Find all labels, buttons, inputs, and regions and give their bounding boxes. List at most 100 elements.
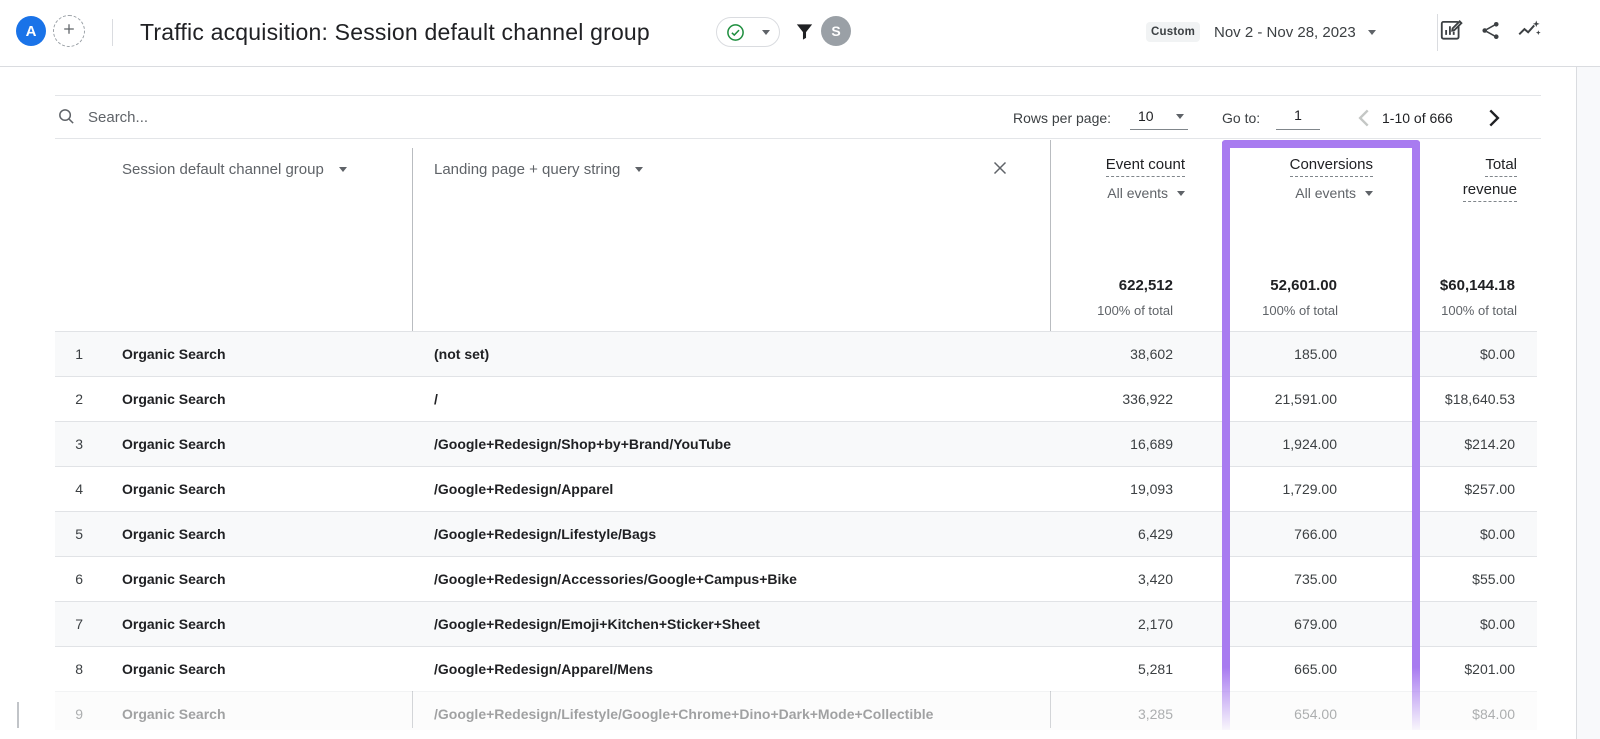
highlight-box-conversions (1222, 142, 1230, 739)
divider (55, 95, 1541, 96)
customize-report-icon[interactable] (1438, 17, 1464, 48)
total-revenue-total: $60,144.18 (1440, 277, 1515, 294)
chevron-down-icon (1176, 114, 1184, 119)
conversions-cell: 665.00 (1294, 647, 1337, 691)
pagination-range: 1-10 of 666 (1382, 110, 1453, 126)
report-status-dropdown[interactable] (716, 17, 780, 47)
share-icon[interactable] (1479, 19, 1502, 47)
divider (0, 66, 1600, 67)
event-count-cell: 19,093 (1130, 467, 1173, 511)
row-number: 7 (55, 602, 83, 646)
table-row: 7 Organic Search/Google+Redesign/Emoji+Ki… (55, 601, 1537, 646)
revenue-cell: $257.00 (1464, 467, 1515, 511)
account-avatar[interactable]: A (16, 16, 46, 46)
channel-cell: Organic Search (122, 647, 226, 691)
conversions-cell: 21,591.00 (1275, 377, 1337, 421)
event-count-cell: 38,602 (1130, 332, 1173, 376)
chevron-down-icon (635, 167, 643, 172)
event-count-total-pct: 100% of total (1097, 303, 1173, 318)
chevron-down-icon (1177, 191, 1185, 196)
highlight-box-conversions (1222, 140, 1420, 148)
row-number: 5 (55, 512, 83, 556)
table-row: 4 Organic Search/Google+Redesign/Apparel 1… (55, 466, 1537, 511)
event-count-header-label[interactable]: Event count (1106, 156, 1185, 177)
divider (55, 138, 1541, 139)
column-header-event-count[interactable]: Event count All events (1106, 156, 1185, 201)
table-row: 1Organic Search(not set)38,602185.00$0.0… (55, 331, 1537, 376)
table-row: 5Organic Search/Google+Redesign/Lifestyl… (55, 511, 1537, 556)
clip-overlay (0, 730, 1576, 739)
revenue-cell: $0.00 (1480, 512, 1515, 556)
remove-dimension-icon[interactable] (990, 158, 1012, 180)
channel-cell: Organic Search (122, 422, 226, 466)
channel-cell: Organic Search (122, 332, 226, 376)
rows-per-page-value: 10 (1138, 108, 1154, 124)
revenue-cell: $201.00 (1464, 647, 1515, 691)
event-count-scope-dropdown[interactable]: All events (1106, 185, 1185, 201)
revenue-cell: $18,640.53 (1445, 377, 1515, 421)
date-range-selector[interactable]: Nov 2 - Nov 28, 2023 (1214, 21, 1376, 43)
go-to-page-input[interactable]: 1 (1276, 103, 1320, 130)
conversions-total-pct: 100% of total (1262, 303, 1338, 318)
table-row: 3 Organic Search/Google+Redesign/Shop+by+… (55, 421, 1537, 466)
search-input[interactable]: Search... (88, 109, 148, 126)
total-revenue-header-line2[interactable]: revenue (1463, 181, 1517, 202)
conversions-cell: 766.00 (1294, 512, 1337, 556)
ga4-traffic-acquisition-report: A Traffic acquisition: Session default c… (0, 0, 1600, 739)
column-header-total-revenue[interactable]: Total revenue (1463, 156, 1517, 206)
divider (112, 19, 113, 46)
event-count-total: 622,512 (1119, 277, 1173, 294)
column-header-channel-group[interactable]: Session default channel group (122, 161, 347, 178)
row-number: 2 (55, 377, 83, 421)
landing-page-cell: /Google+Redesign/Emoji+Kitchen+Sticker+S… (434, 602, 760, 646)
conversions-cell: 185.00 (1294, 332, 1337, 376)
rows-per-page-select[interactable]: 10 (1130, 103, 1188, 130)
conversions-cell: 679.00 (1294, 602, 1337, 646)
chevron-down-icon (1368, 30, 1376, 35)
all-events-label: All events (1295, 185, 1356, 201)
highlight-box-conversions (1412, 142, 1420, 739)
page-title: Traffic acquisition: Session default cha… (140, 19, 650, 46)
user-avatar[interactable]: S (821, 16, 851, 46)
conversions-cell: 1,924.00 (1283, 422, 1338, 466)
landing-page-cell: /Google+Redesign/Apparel/Mens (434, 647, 653, 691)
previous-page-icon[interactable] (1352, 105, 1378, 136)
total-revenue-total-pct: 100% of total (1441, 303, 1517, 318)
event-count-cell: 336,922 (1122, 377, 1173, 421)
channel-cell: Organic Search (122, 467, 226, 511)
row-number: 6 (55, 557, 83, 601)
conversions-header-label[interactable]: Conversions (1290, 156, 1373, 177)
event-count-cell: 3,420 (1138, 557, 1173, 601)
insights-icon[interactable] (1516, 17, 1542, 48)
channel-cell: Organic Search (122, 377, 226, 421)
row-number: 3 (55, 422, 83, 466)
row-number: 4 (55, 467, 83, 511)
landing-page-cell: /Google+Redesign/Apparel (434, 467, 613, 511)
revenue-cell: $0.00 (1480, 602, 1515, 646)
all-events-label: All events (1107, 185, 1168, 201)
revenue-cell: $0.00 (1480, 332, 1515, 376)
channel-cell: Organic Search (122, 602, 226, 646)
landing-page-cell: / (434, 377, 438, 421)
column-header-landing-page[interactable]: Landing page + query string (434, 161, 643, 178)
plus-icon (61, 21, 77, 42)
chevron-down-icon (1365, 191, 1373, 196)
conversions-scope-dropdown[interactable]: All events (1290, 185, 1373, 201)
channel-cell: Organic Search (122, 512, 226, 556)
column-header-conversions[interactable]: Conversions All events (1290, 156, 1373, 201)
search-icon (57, 107, 76, 131)
landing-page-cell: /Google+Redesign/Shop+by+Brand/YouTube (434, 422, 731, 466)
add-comparison-button[interactable] (53, 15, 85, 47)
channel-cell: Organic Search (122, 557, 226, 601)
chevron-down-icon (762, 30, 770, 35)
filter-icon[interactable] (793, 20, 819, 46)
channel-group-header-label: Session default channel group (122, 161, 324, 178)
date-range-type-badge: Custom (1146, 22, 1200, 42)
landing-page-cell: /Google+Redesign/Accessories/Google+Camp… (434, 557, 797, 601)
total-revenue-header-line1[interactable]: Total (1485, 156, 1517, 177)
check-circle-icon (726, 23, 745, 42)
table-row: 2 Organic Search / 336,922 21,591.00 $18,640.… (55, 376, 1537, 421)
next-page-icon[interactable] (1480, 105, 1506, 136)
conversions-total: 52,601.00 (1270, 277, 1337, 294)
date-range-label: Nov 2 - Nov 28, 2023 (1214, 24, 1356, 41)
